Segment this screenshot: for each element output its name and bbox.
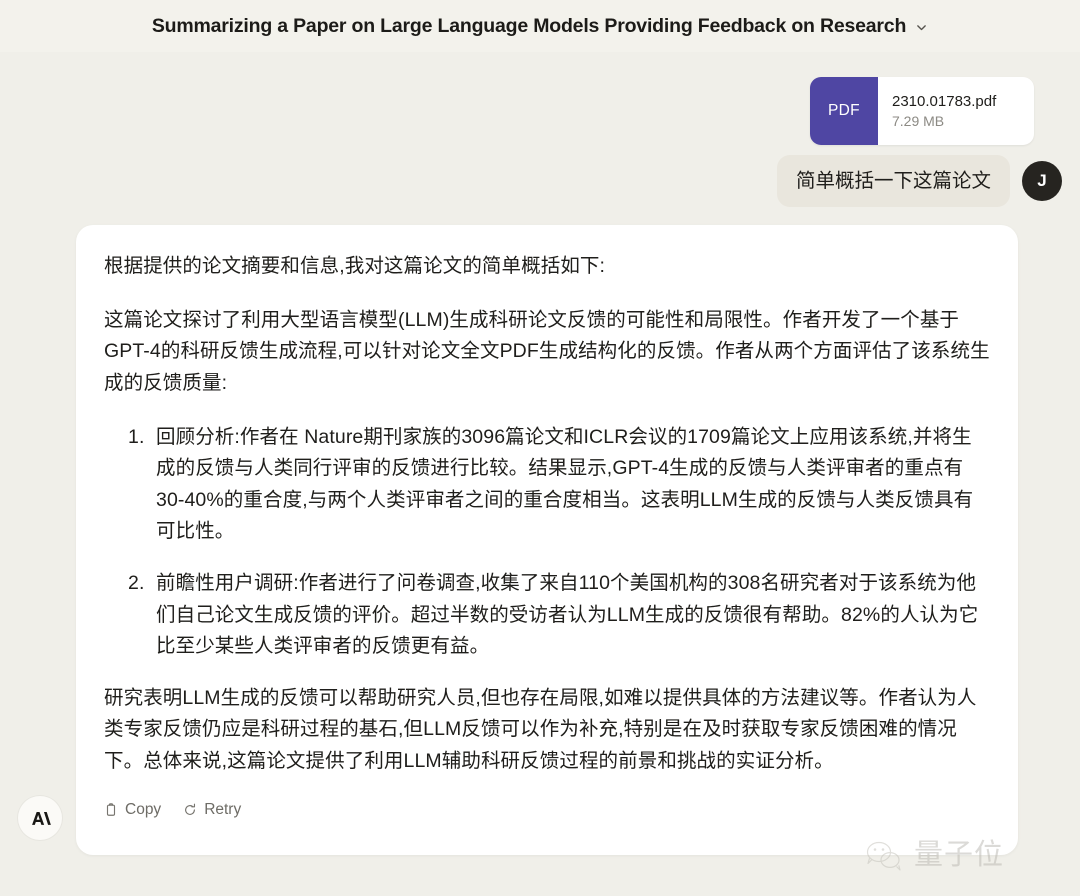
assistant-intro-paragraph: 根据提供的论文摘要和信息,我对这篇论文的简单概括如下:: [104, 255, 606, 278]
pdf-type-badge: PDF: [810, 77, 878, 145]
pdf-meta: 2310.01783.pdf 7.29 MB: [878, 77, 1010, 145]
message-actions-toolbar: Copy Retry: [104, 799, 990, 825]
retry-button[interactable]: Retry: [183, 799, 241, 821]
watermark: 量子位: [863, 837, 1004, 873]
attachment-row: PDF 2310.01783.pdf 7.29 MB: [0, 77, 1080, 145]
user-avatar[interactable]: J: [1022, 161, 1062, 202]
app-header: Summarizing a Paper on Large Language Mo…: [0, 0, 1080, 52]
retry-button-label: Retry: [204, 801, 242, 819]
wechat-icon: [863, 837, 907, 873]
copy-button-label: Copy: [125, 801, 162, 819]
user-message-row: 简单概括一下这篇论文 J: [0, 155, 1080, 208]
conversation-title[interactable]: Summarizing a Paper on Large Language Mo…: [152, 15, 928, 38]
assistant-message-block: 根据提供的论文摘要和信息,我对这篇论文的简单概括如下: 这篇论文探讨了利用大型语…: [0, 225, 1080, 871]
user-message-bubble: 简单概括一下这篇论文: [776, 155, 1010, 208]
pdf-attachment-card[interactable]: PDF 2310.01783.pdf 7.29 MB: [810, 77, 1034, 145]
conversation-title-text: Summarizing a Paper on Large Language Mo…: [151, 14, 907, 37]
pdf-filename: 2310.01783.pdf: [892, 93, 997, 110]
list-item: 回顾分析:作者在 Nature期刊家族的3096篇论文和ICLR会议的1709篇…: [150, 422, 990, 548]
assistant-findings-list: 回顾分析:作者在 Nature期刊家族的3096篇论文和ICLR会议的1709篇…: [104, 422, 990, 663]
assistant-overview-paragraph: 这篇论文探讨了利用大型语言模型(LLM)生成科研论文反馈的可能性和局限性。作者开…: [104, 308, 990, 395]
list-item: 前瞻性用户调研:作者进行了问卷调查,收集了来自110个美国机构的308名研究者对…: [150, 568, 990, 663]
watermark-text: 量子位: [913, 838, 1004, 871]
clipboard-icon: [104, 803, 118, 817]
copy-button[interactable]: Copy: [104, 799, 161, 821]
pdf-filesize: 7.29 MB: [892, 113, 945, 129]
assistant-response-card: 根据提供的论文摘要和信息,我对这篇论文的简单概括如下: 这篇论文探讨了利用大型语…: [76, 225, 1018, 871]
chevron-down-icon[interactable]: [915, 21, 928, 34]
claude-logo-icon: [18, 796, 62, 841]
assistant-conclusion-paragraph: 研究表明LLM生成的反馈可以帮助研究人员,但也存在局限,如难以提供具体的方法建议…: [104, 686, 977, 772]
conversation-thread: PDF 2310.01783.pdf 7.29 MB 简单概括一下这篇论文 J …: [0, 77, 1080, 896]
refresh-icon: [183, 803, 197, 817]
